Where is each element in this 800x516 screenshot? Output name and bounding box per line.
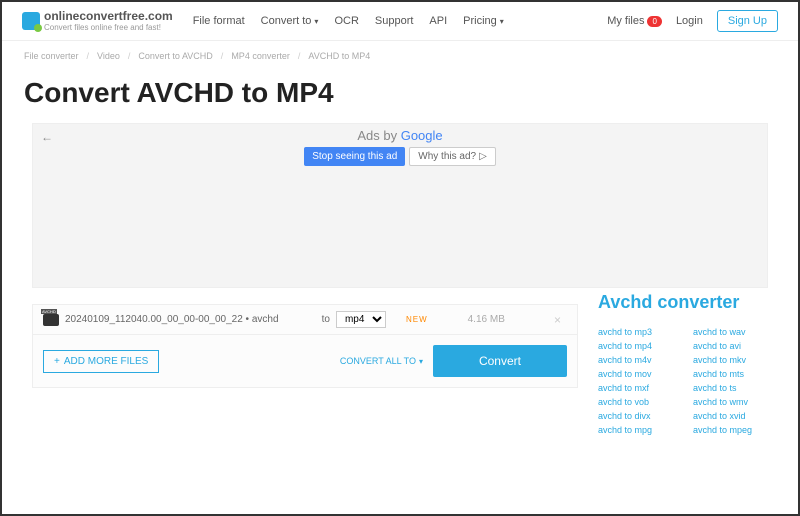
logo-icon [22, 12, 40, 30]
add-more-label: ADD MORE FILES [64, 356, 148, 367]
ad-wrap: ← Ads by Google Stop seeing this ad Why … [2, 123, 798, 288]
my-files-badge: 0 [647, 16, 661, 27]
conv-link[interactable]: avchd to mkv [693, 355, 778, 365]
conv-link[interactable]: avchd to vob [598, 397, 683, 407]
conv-link[interactable]: avchd to mxf [598, 383, 683, 393]
convert-all-to[interactable]: CONVERT ALL TO▾ [340, 356, 423, 366]
file-type-icon [43, 314, 59, 326]
nav-ocr[interactable]: OCR [334, 15, 358, 27]
ad-buttons: Stop seeing this ad Why this ad?▷ [33, 147, 767, 166]
file-row: 20240109_112040.00_00_00-00_00_22 • avch… [32, 304, 578, 335]
crumb-sep: / [298, 51, 301, 61]
close-icon[interactable]: × [548, 313, 567, 327]
my-files-label: My files [607, 15, 644, 27]
why-ad-button[interactable]: Why this ad?▷ [409, 147, 496, 166]
stop-ad-button[interactable]: Stop seeing this ad [304, 147, 405, 166]
conv-link[interactable]: avchd to mpg [598, 425, 683, 435]
sidebar: Avchd converter avchd to mp3 avchd to wav… [598, 288, 798, 435]
new-tag: NEW [406, 315, 428, 324]
login-link[interactable]: Login [676, 15, 703, 27]
my-files-link[interactable]: My files 0 [607, 15, 662, 27]
action-row: + ADD MORE FILES CONVERT ALL TO▾ Convert [32, 335, 578, 388]
nav-convert-to[interactable]: Convert to▾ [261, 15, 319, 27]
convert-all-label: CONVERT ALL TO [340, 356, 416, 366]
crumb-sep: / [221, 51, 224, 61]
crumb-mp4-converter[interactable]: MP4 converter [231, 51, 290, 61]
nav-support[interactable]: Support [375, 15, 414, 27]
to-label: to [322, 314, 330, 325]
ad-google: Google [401, 128, 443, 143]
crumb-sep: / [87, 51, 90, 61]
header-right: My files 0 Login Sign Up [607, 10, 778, 32]
conv-link[interactable]: avchd to m4v [598, 355, 683, 365]
breadcrumb: File converter / Video / Convert to AVCHD /… [2, 41, 798, 71]
ad-label: Ads by Google [33, 124, 767, 143]
brand-sub: Convert files online free and fast! [44, 24, 173, 32]
conv-link[interactable]: avchd to avi [693, 341, 778, 351]
logo[interactable]: onlineconvertfree.com Convert files onli… [22, 10, 173, 32]
signup-button[interactable]: Sign Up [717, 10, 778, 32]
header: onlineconvertfree.com Convert files onli… [2, 2, 798, 41]
why-ad-label: Why this ad? [418, 151, 476, 162]
conv-link[interactable]: avchd to mpeg [693, 425, 778, 435]
play-icon: ▷ [479, 151, 487, 162]
conv-link[interactable]: avchd to mp3 [598, 327, 683, 337]
conv-link[interactable]: avchd to mts [693, 369, 778, 379]
main-area: 20240109_112040.00_00_00-00_00_22 • avch… [2, 288, 798, 435]
conv-link[interactable]: avchd to mov [598, 369, 683, 379]
file-name: 20240109_112040.00_00_00-00_00_22 • avch… [65, 314, 279, 325]
format-select[interactable]: mp4 [336, 311, 386, 328]
conv-link[interactable]: avchd to wav [693, 327, 778, 337]
ad-label-prefix: Ads by [357, 128, 400, 143]
ad-box: ← Ads by Google Stop seeing this ad Why … [32, 123, 768, 288]
chevron-down-icon: ▾ [314, 17, 318, 26]
brand: onlineconvertfree.com Convert files onli… [44, 10, 173, 32]
nav-label: Convert to [261, 15, 312, 27]
page-title: Convert AVCHD to MP4 [2, 71, 798, 123]
convert-button[interactable]: Convert [433, 345, 567, 377]
conv-link[interactable]: avchd to divx [598, 411, 683, 421]
chevron-down-icon: ▾ [500, 17, 504, 26]
crumb-current: AVCHD to MP4 [308, 51, 370, 61]
crumb-video[interactable]: Video [97, 51, 120, 61]
nav: File format Convert to▾ OCR Support API … [193, 15, 504, 27]
nav-label: Pricing [463, 15, 497, 27]
file-size: 4.16 MB [468, 314, 505, 325]
brand-name: onlineconvertfree.com [44, 10, 173, 22]
nav-api[interactable]: API [429, 15, 447, 27]
nav-file-format[interactable]: File format [193, 15, 245, 27]
conv-link[interactable]: avchd to mp4 [598, 341, 683, 351]
sidebar-title: Avchd converter [598, 292, 778, 313]
crumb-sep: / [128, 51, 131, 61]
ad-back-icon[interactable]: ← [41, 130, 53, 144]
left-col: 20240109_112040.00_00_00-00_00_22 • avch… [32, 288, 578, 435]
conv-link[interactable]: avchd to xvid [693, 411, 778, 421]
add-more-button[interactable]: + ADD MORE FILES [43, 350, 159, 373]
nav-pricing[interactable]: Pricing▾ [463, 15, 504, 27]
crumb-file-converter[interactable]: File converter [24, 51, 79, 61]
chevron-down-icon: ▾ [419, 357, 423, 366]
crumb-convert-to-avchd[interactable]: Convert to AVCHD [138, 51, 212, 61]
conv-link[interactable]: avchd to wmv [693, 397, 778, 407]
sidebar-links: avchd to mp3 avchd to wav avchd to mp4 avc… [598, 327, 778, 435]
plus-icon: + [54, 356, 60, 367]
conv-link[interactable]: avchd to ts [693, 383, 778, 393]
